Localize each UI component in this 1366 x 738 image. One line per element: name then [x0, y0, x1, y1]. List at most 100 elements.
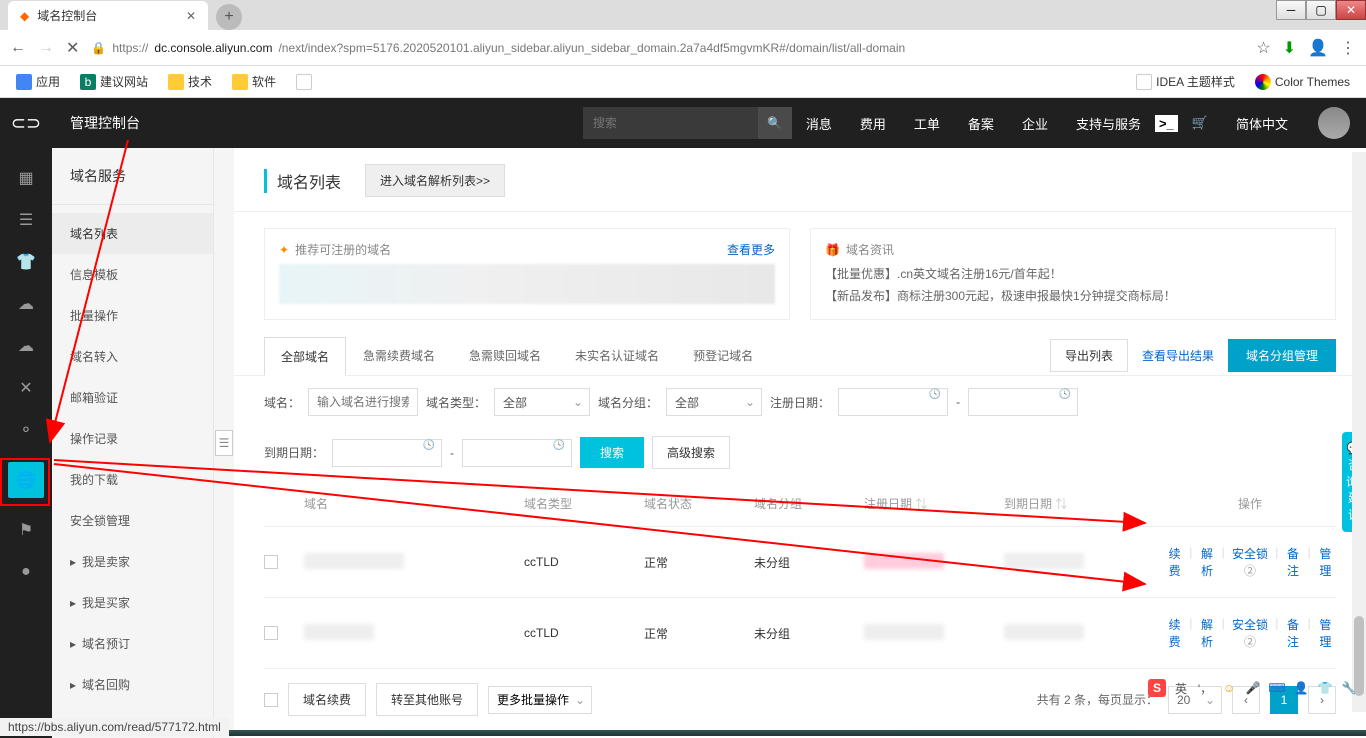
tab-redeem[interactable]: 急需赎回域名	[452, 336, 558, 375]
rail-cross-icon[interactable]: ✕	[16, 378, 36, 398]
bookmark-item[interactable]: b建议网站	[74, 70, 154, 93]
op-manage[interactable]: 管理	[1315, 545, 1336, 579]
bulk-more-select[interactable]: 更多批量操作	[488, 686, 592, 714]
tab-preorder[interactable]: 预登记域名	[676, 336, 770, 375]
cart-icon[interactable]: 🛒	[1178, 115, 1222, 131]
op-remark[interactable]: 备注	[1282, 545, 1303, 579]
ime-skin-icon[interactable]: 👕	[1316, 679, 1334, 697]
window-close[interactable]: ✕	[1336, 0, 1366, 20]
sidebar-item-info-template[interactable]: 信息模板	[52, 254, 213, 295]
ime-tools-icon[interactable]: 🔧	[1340, 679, 1358, 697]
group-manage-button[interactable]: 域名分组管理	[1228, 339, 1336, 372]
rail-server-icon[interactable]: ☰	[16, 210, 36, 230]
tab-unverified[interactable]: 未实名认证域名	[558, 336, 676, 375]
sidebar-buyback[interactable]: ▸域名回购	[52, 664, 213, 705]
search-button[interactable]: 搜索	[580, 437, 644, 468]
header-search-button[interactable]: 🔍	[758, 107, 792, 139]
news-line-2[interactable]: 【新品发布】商标注册300元起，极速申报最快1分钟提交商标局！	[825, 286, 1321, 308]
bookmark-folder[interactable]: 技术	[162, 70, 218, 93]
nav-forward-icon[interactable]: →	[38, 39, 54, 57]
op-manage[interactable]: 管理	[1315, 616, 1336, 650]
new-tab-button[interactable]: +	[216, 4, 242, 30]
col-status[interactable]: 域名状态	[644, 495, 754, 512]
filter-domain-input[interactable]	[308, 388, 418, 416]
bulk-transfer-button[interactable]: 转至其他账号	[376, 683, 478, 716]
window-maximize[interactable]: ▢	[1306, 0, 1336, 20]
op-resolve[interactable]: 解析	[1196, 545, 1217, 579]
sidebar-reserve[interactable]: ▸域名预订	[52, 623, 213, 664]
col-group[interactable]: 域名分组	[754, 495, 864, 512]
sogou-icon[interactable]: S	[1148, 679, 1166, 697]
bookmark-color-themes[interactable]: Color Themes	[1249, 71, 1356, 93]
col-exp[interactable]: 到期日期 ⇅	[1004, 495, 1164, 512]
row-checkbox[interactable]	[264, 626, 278, 640]
ime-punct-icon[interactable]: '，	[1196, 679, 1214, 697]
col-type[interactable]: 域名类型	[524, 495, 644, 512]
header-link-messages[interactable]: 消息	[792, 114, 846, 133]
header-link-icp[interactable]: 备案	[954, 114, 1008, 133]
url-field[interactable]: 🔒 https://dc.console.aliyun.com/next/ind…	[91, 41, 1244, 55]
banner-more-link[interactable]: 查看更多	[727, 241, 775, 258]
rail-cloud2-icon[interactable]: ☁	[16, 336, 36, 356]
row-checkbox[interactable]	[264, 555, 278, 569]
menu-icon[interactable]: ⋮	[1340, 38, 1356, 58]
news-line-1[interactable]: 【批量优惠】.cn英文域名注册16元/首年起！	[825, 264, 1321, 286]
ime-mic-icon[interactable]: 🎤	[1244, 679, 1262, 697]
nav-back-icon[interactable]: ←	[10, 39, 26, 57]
advanced-search-button[interactable]: 高级搜索	[652, 436, 730, 469]
rail-globe-icon[interactable]: 🌐	[8, 462, 44, 498]
bookmark-idea[interactable]: IDEA 主题样式	[1130, 70, 1241, 93]
sidebar-item-batch[interactable]: 批量操作	[52, 295, 213, 336]
browser-tab-active[interactable]: ◆ 域名控制台 ✕	[8, 1, 208, 30]
tab-all[interactable]: 全部域名	[264, 337, 346, 376]
dns-list-button[interactable]: 进入域名解析列表>>	[365, 164, 505, 197]
filter-exp-from[interactable]	[332, 439, 442, 467]
rail-shirt-icon[interactable]: 👕	[16, 252, 36, 272]
rail-flag-icon[interactable]: ⚑	[16, 520, 36, 540]
export-button[interactable]: 导出列表	[1050, 339, 1128, 372]
sidebar-item-security[interactable]: 安全锁管理	[52, 500, 213, 541]
sidebar-collapse-icon[interactable]: ☰	[215, 430, 233, 456]
col-reg[interactable]: 注册日期 ⇅	[864, 495, 1004, 512]
filter-group-select[interactable]: 全部	[666, 388, 762, 416]
download-icon[interactable]: ⬇	[1283, 38, 1296, 58]
nav-stop-icon[interactable]: ✕	[66, 38, 79, 58]
terminal-icon[interactable]: >_	[1155, 115, 1178, 132]
op-remark[interactable]: 备注	[1282, 616, 1303, 650]
op-resolve[interactable]: 解析	[1196, 616, 1217, 650]
sidebar-buyer[interactable]: ▸我是买家	[52, 582, 213, 623]
ime-smile-icon[interactable]: ☺	[1220, 679, 1238, 697]
op-renew[interactable]: 续费	[1164, 616, 1185, 650]
bulk-renew-button[interactable]: 域名续费	[288, 683, 366, 716]
avatar[interactable]	[1318, 107, 1350, 139]
ime-keyboard-icon[interactable]: ⌨	[1268, 679, 1286, 697]
profile-icon[interactable]: 👤	[1308, 38, 1328, 58]
select-all-checkbox[interactable]	[264, 693, 278, 707]
export-result-link[interactable]: 查看导出结果	[1142, 347, 1214, 364]
tab-renew[interactable]: 急需续费域名	[346, 336, 452, 375]
bookmark-folder[interactable]: 软件	[226, 70, 282, 93]
header-link-support[interactable]: 支持与服务	[1062, 114, 1155, 133]
sidebar-item-log[interactable]: 操作记录	[52, 418, 213, 459]
op-renew[interactable]: 续费	[1164, 545, 1185, 579]
header-search-input[interactable]	[583, 107, 758, 139]
rail-circle-icon[interactable]: ●	[16, 562, 36, 582]
rail-cloud-icon[interactable]: ☁	[16, 294, 36, 314]
filter-reg-to[interactable]	[968, 388, 1078, 416]
bookmarks-apps[interactable]: 应用	[10, 70, 66, 93]
console-title[interactable]: 管理控制台	[52, 113, 158, 133]
tab-close-icon[interactable]: ✕	[186, 9, 196, 23]
window-minimize[interactable]: ─	[1276, 0, 1306, 20]
lang-switcher[interactable]: 简体中文	[1222, 114, 1302, 133]
header-link-enterprise[interactable]: 企业	[1008, 114, 1062, 133]
op-lock[interactable]: 安全锁②	[1229, 616, 1272, 650]
header-link-tickets[interactable]: 工单	[900, 114, 954, 133]
sidebar-item-download[interactable]: 我的下载	[52, 459, 213, 500]
ime-user-icon[interactable]: 👤	[1292, 679, 1310, 697]
aliyun-logo-icon[interactable]: ⊂⊃	[0, 113, 52, 134]
filter-exp-to[interactable]	[462, 439, 572, 467]
ime-lang[interactable]: 英	[1172, 679, 1190, 697]
header-link-billing[interactable]: 费用	[846, 114, 900, 133]
rail-grid-icon[interactable]: ▦	[16, 168, 36, 188]
bookmark-blank[interactable]	[290, 71, 318, 93]
